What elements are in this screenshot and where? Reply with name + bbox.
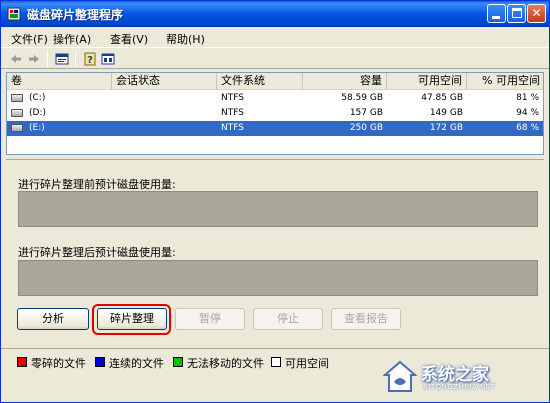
cell-volume: (E:) [29, 123, 45, 133]
minimize-icon [492, 16, 500, 19]
cell-percent: 68 % [516, 123, 539, 133]
cell-capacity: 250 GB [349, 123, 383, 133]
legend-swatch-fragmented [17, 357, 27, 367]
toolbar: ? [1, 47, 549, 69]
watermark-name: 系统之家 [421, 365, 489, 385]
maximize-icon [512, 8, 522, 18]
before-usage-label: 进行碎片整理前预计磁盘使用量: [18, 178, 176, 191]
back-arrow-icon[interactable] [9, 52, 23, 66]
menu-file[interactable]: 文件(F) [11, 31, 48, 47]
volume-list[interactable]: 卷 会话状态 文件系统 容量 可用空间 % 可用空间 (C:) NTFS 58.… [6, 72, 544, 155]
menu-view[interactable]: 查看(V) [110, 31, 148, 47]
cell-capacity: 157 GB [349, 108, 383, 118]
before-usage-bar [18, 191, 538, 227]
forward-arrow-icon[interactable] [27, 52, 41, 66]
close-icon: ✕ [531, 6, 542, 20]
title-bar[interactable]: 磁盘碎片整理程序 ✕ [1, 1, 549, 27]
after-usage-label: 进行碎片整理后预计磁盘使用量: [18, 246, 176, 259]
cell-volume: (C:) [29, 93, 46, 103]
table-row[interactable]: (D:) NTFS 157 GB 149 GB 94 % [7, 106, 543, 121]
cell-free: 47.85 GB [421, 93, 463, 103]
column-capacity[interactable]: 容量 [303, 73, 387, 90]
cell-status [112, 91, 217, 106]
legend-swatch-contiguous [95, 357, 105, 367]
pause-button[interactable]: 暂停 [175, 308, 245, 330]
toolbar-separator [75, 51, 76, 67]
table-row[interactable]: (C:) NTFS 58.59 GB 47.85 GB 81 % [7, 91, 543, 106]
cell-status [112, 106, 217, 121]
cell-volume: (D:) [29, 108, 46, 118]
cell-status [112, 121, 217, 136]
menu-action[interactable]: 操作(A) [53, 31, 91, 47]
column-percent-free[interactable]: % 可用空间 [467, 73, 543, 90]
cell-fs: NTFS [221, 123, 244, 133]
drive-icon [11, 124, 23, 132]
toolbar-separator [47, 51, 48, 67]
cell-percent: 94 % [516, 108, 539, 118]
stop-button[interactable]: 停止 [253, 308, 323, 330]
legend-swatch-unmovable [173, 357, 183, 367]
drive-icon [11, 109, 23, 117]
legend-label-fragmented: 零碎的文件 [31, 357, 86, 370]
column-session-status[interactable]: 会话状态 [112, 73, 217, 90]
column-file-system[interactable]: 文件系统 [217, 73, 303, 90]
help-icon[interactable]: ? [83, 52, 97, 66]
properties-icon[interactable] [55, 52, 69, 66]
watermark-url: XITONGZHIJIA.NET [423, 383, 496, 391]
window-title: 磁盘碎片整理程序 [27, 8, 124, 22]
table-row-selected[interactable]: (E:) NTFS 250 GB 172 GB 68 % [7, 121, 543, 136]
after-usage-bar [18, 260, 538, 296]
legend-label-contiguous: 连续的文件 [109, 357, 164, 370]
maximize-button[interactable] [507, 4, 526, 23]
menu-help[interactable]: 帮助(H) [166, 31, 205, 47]
legend-swatch-free-space [271, 357, 281, 367]
column-free-space[interactable]: 可用空间 [387, 73, 467, 90]
cell-capacity: 58.59 GB [341, 93, 383, 103]
close-button[interactable]: ✕ [527, 4, 546, 23]
highlight-annotation [92, 304, 171, 335]
list-header: 卷 会话状态 文件系统 容量 可用空间 % 可用空间 [7, 73, 543, 90]
cell-free: 149 GB [429, 108, 463, 118]
legend-label-unmovable: 无法移动的文件 [187, 357, 264, 370]
console-icon[interactable] [101, 52, 115, 66]
legend-label-free-space: 可用空间 [285, 357, 329, 370]
house-logo-icon [383, 360, 417, 392]
cell-free: 172 GB [429, 123, 463, 133]
cell-fs: NTFS [221, 108, 244, 118]
cell-percent: 81 % [516, 93, 539, 103]
drive-icon [11, 94, 23, 102]
column-volume[interactable]: 卷 [7, 73, 112, 90]
cell-fs: NTFS [221, 93, 244, 103]
watermark: 系统之家 XITONGZHIJIA.NET [383, 358, 543, 396]
svg-text:?: ? [87, 55, 93, 66]
menu-bar: 文件(F) 操作(A) 查看(V) 帮助(H) [1, 27, 549, 47]
app-defrag-icon [7, 7, 21, 21]
analyze-button[interactable]: 分析 [17, 308, 89, 330]
view-report-button[interactable]: 查看报告 [331, 308, 401, 330]
defrag-window: 磁盘碎片整理程序 ✕ 文件(F) 操作(A) 查看(V) 帮助(H) ? 卷 会… [0, 0, 550, 403]
minimize-button[interactable] [487, 4, 506, 23]
